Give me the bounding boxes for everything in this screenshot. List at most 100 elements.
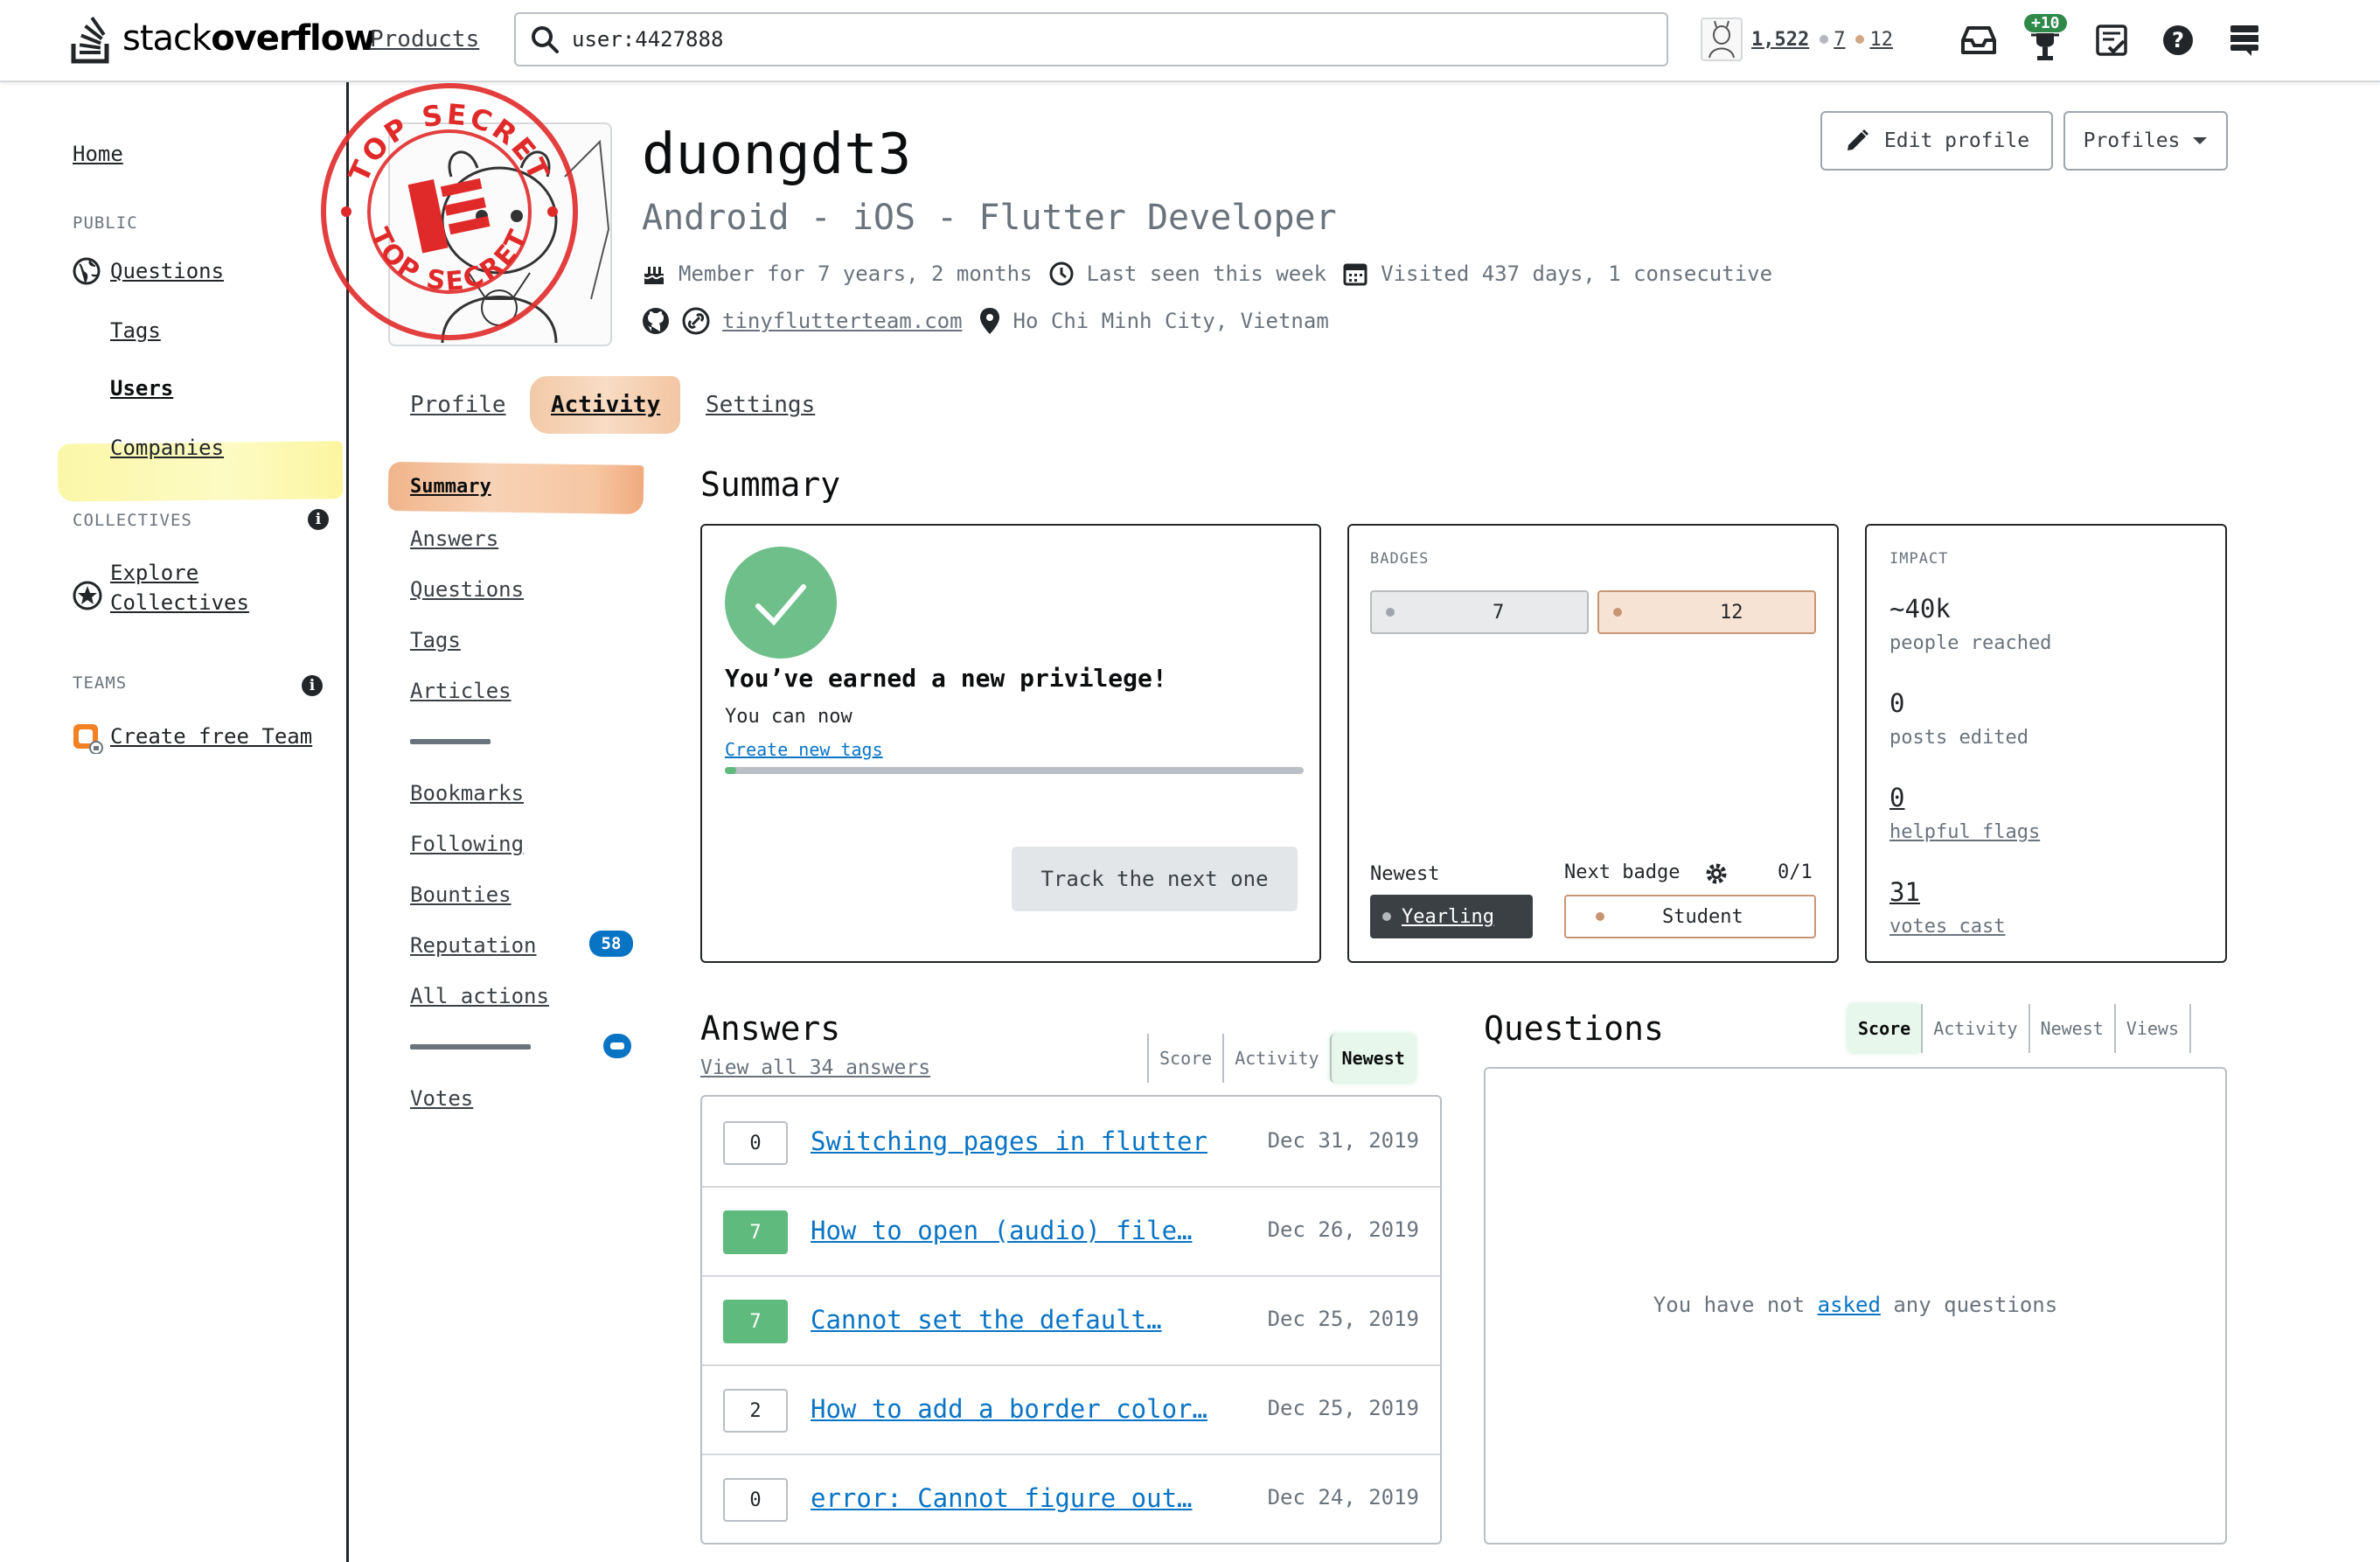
teams-info-icon[interactable]: i (302, 675, 323, 696)
asked-link[interactable]: asked (1818, 1293, 1881, 1317)
silver-badge-pill-count: 7 (1493, 601, 1505, 624)
tab-activity[interactable]: Activity (551, 392, 660, 418)
people-reached-label: people reached (1889, 632, 2052, 654)
subnav-summary[interactable]: Summary (410, 476, 491, 498)
review-queues-button[interactable] (2078, 16, 2145, 65)
track-next-button[interactable]: Track the next one (1012, 847, 1298, 911)
newest-badge-pill[interactable]: Yearling (1370, 895, 1533, 938)
help-icon: ? (2163, 25, 2193, 55)
silver-dot (1386, 608, 1395, 617)
answer-title-link[interactable]: Switching pages in flutter (811, 1126, 1207, 1156)
people-reached-value: ~40k (1889, 594, 1951, 624)
inbox-icon (1961, 26, 1996, 54)
newest-badge-name: Yearling (1402, 905, 1494, 928)
search-bar[interactable] (514, 12, 1668, 66)
nav-tags-link[interactable]: Tags (110, 318, 161, 343)
tab-settings[interactable]: Settings (706, 392, 815, 418)
answer-title-link[interactable]: How to add a border color… (811, 1394, 1207, 1424)
create-team-link[interactable]: Create free Team (110, 724, 312, 749)
nav-create-team[interactable]: Create free Team (110, 724, 312, 749)
stamp-text-bottom: TOP SECRET (364, 223, 532, 297)
bronze-badge-count[interactable]: 12 (1869, 29, 1893, 51)
search-input[interactable] (570, 26, 1623, 52)
nav-home-link[interactable]: Home (73, 142, 123, 166)
profiles-label: Profiles (2083, 129, 2181, 152)
search-icon (532, 26, 559, 53)
stackoverflow-logo[interactable]: stackoverflow (70, 10, 376, 66)
collectives-icon (73, 581, 102, 610)
help-button[interactable]: ? (2145, 16, 2211, 65)
products-menu[interactable]: Products (370, 26, 479, 52)
bronze-badge-pill-count: 12 (1720, 601, 1743, 624)
privilege-link[interactable]: Create new tags (725, 739, 883, 760)
subnav-following[interactable]: Following (410, 832, 524, 856)
questions-heading: Questions (1484, 1009, 1664, 1048)
nav-questions-link[interactable]: Questions (110, 259, 224, 283)
nav-questions[interactable]: Questions (110, 259, 224, 283)
answer-score: 0 (723, 1121, 788, 1165)
subnav-questions[interactable]: Questions (410, 577, 524, 602)
tab-profile[interactable]: Profile (410, 392, 506, 418)
bronze-badge-pill[interactable]: 12 (1597, 590, 1816, 634)
answer-row: 0 Switching pages in flutter Dec 31, 201… (702, 1097, 1440, 1188)
subnav-reputation[interactable]: Reputation (410, 933, 537, 958)
nav-companies-link[interactable]: Companies (110, 436, 224, 460)
questions-sort-tabs: Score Activity Newest Views (1848, 1004, 2192, 1053)
answer-title-link[interactable]: How to open (audio) file… (811, 1216, 1193, 1245)
silver-badge-count[interactable]: 7 (1834, 29, 1845, 51)
site-switcher-button[interactable] (2211, 16, 2278, 65)
helpful-flags-label[interactable]: helpful flags (1889, 821, 2040, 843)
edit-profile-button[interactable]: Edit profile (1820, 111, 2053, 171)
next-badge-pill[interactable]: Student (1564, 895, 1816, 938)
explore-line-1[interactable]: Explore (110, 561, 198, 585)
answers-sort-newest[interactable]: Newest (1329, 1034, 1416, 1083)
answer-date: Dec 25, 2019 (1267, 1396, 1419, 1420)
silver-badge-pill[interactable]: 7 (1370, 590, 1589, 634)
empty-suffix: any questions (1893, 1293, 2058, 1317)
avatar[interactable] (1701, 17, 1743, 61)
answer-title-link[interactable]: Cannot set the default… (811, 1305, 1162, 1335)
votes-cast-label[interactable]: votes cast (1889, 916, 2005, 938)
next-badge-progress: 0/1 (1778, 861, 1813, 883)
answers-sort-score[interactable]: Score (1147, 1034, 1222, 1083)
profiles-dropdown[interactable]: Profiles (2063, 111, 2228, 171)
trophy-icon (2031, 33, 2059, 60)
posts-edited-value: 0 (1889, 688, 1905, 718)
nav-companies[interactable]: Companies (110, 436, 224, 460)
subnav-bounties[interactable]: Bounties (410, 882, 511, 907)
explore-line-2[interactable]: Collectives (110, 590, 249, 615)
view-all-answers-link[interactable]: View all 34 answers (700, 1056, 930, 1079)
silver-badge-dot (1820, 35, 1829, 44)
nav-home[interactable]: Home (73, 142, 123, 166)
user-summary[interactable]: 1,522 7 12 (1701, 17, 1893, 61)
subnav-articles[interactable]: Articles (410, 679, 511, 703)
subnav-all-actions[interactable]: All actions (410, 984, 549, 1008)
answers-sort-activity[interactable]: Activity (1222, 1034, 1329, 1083)
location-pin-icon (979, 308, 999, 334)
collectives-info-icon[interactable]: i (308, 509, 329, 530)
privilege-you-can-now: You can now (725, 706, 852, 728)
inbox-button[interactable] (1945, 16, 2012, 65)
pencil-icon (1847, 129, 1869, 150)
reputation-count[interactable]: 1,522 (1751, 29, 1809, 51)
questions-sort-activity[interactable]: Activity (1921, 1004, 2028, 1053)
nav-tags[interactable]: Tags (110, 318, 161, 343)
subnav-votes[interactable]: Votes (410, 1086, 473, 1111)
github-icon[interactable] (642, 307, 670, 335)
questions-sort-score[interactable]: Score (1848, 1004, 1922, 1053)
website-link[interactable]: tinyflutterteam.com (722, 309, 963, 333)
helpful-flags-value[interactable]: 0 (1889, 783, 1904, 812)
votes-cast-value[interactable]: 31 (1889, 877, 1920, 907)
answer-title-link[interactable]: error: Cannot figure out… (811, 1483, 1193, 1513)
questions-sort-newest[interactable]: Newest (2028, 1004, 2114, 1053)
nav-explore-collectives[interactable]: Explore Collectives (110, 558, 249, 617)
subnav-bookmarks[interactable]: Bookmarks (410, 781, 524, 805)
achievements-badge: +10 (2024, 14, 2067, 32)
gear-icon[interactable] (1704, 861, 1729, 886)
achievements-button[interactable]: +10 (2012, 14, 2078, 65)
questions-sort-views[interactable]: Views (2113, 1004, 2192, 1053)
nav-users[interactable]: Users (110, 376, 173, 401)
subnav-answers[interactable]: Answers (410, 526, 498, 551)
subnav-tags[interactable]: Tags (410, 628, 461, 652)
nav-users-link[interactable]: Users (110, 376, 173, 401)
